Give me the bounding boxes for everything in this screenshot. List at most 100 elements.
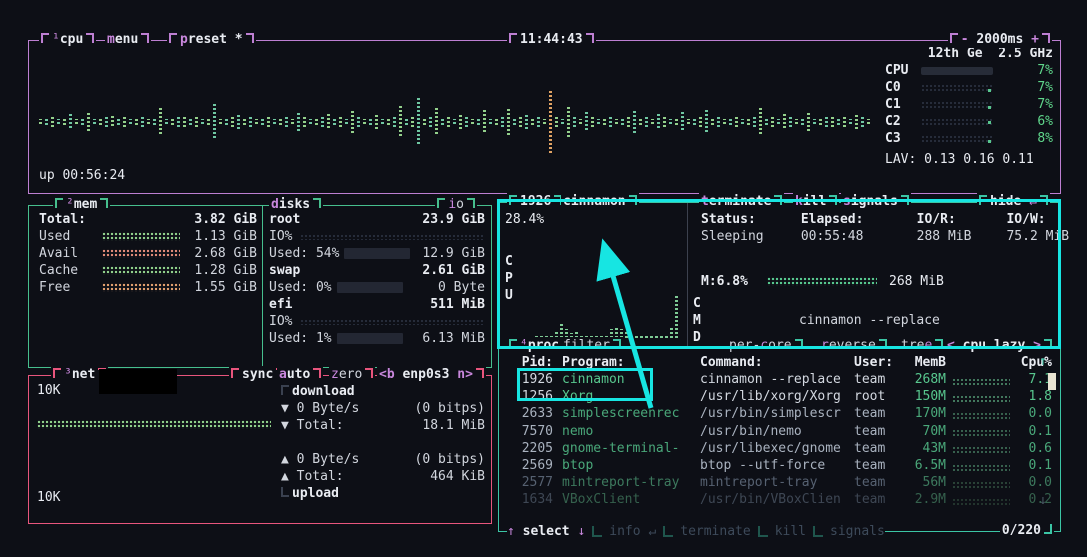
process-mem: 70M: [900, 423, 946, 440]
mem-used-meter: [102, 232, 180, 241]
table-row[interactable]: 1926 cinnamon cinnamon --replace team 26…: [503, 371, 1056, 388]
hide-button[interactable]: hide ↵: [977, 193, 1050, 210]
disk-used-value: 0 Byte: [408, 279, 485, 296]
cpu-box: ¹cpu menu preset * 11:44:43 - 2000ms + 1…: [28, 40, 1061, 194]
per-core-button[interactable]: per-core: [727, 337, 805, 354]
process-program: cinnamon: [562, 371, 700, 388]
cmd-vertical-label: D: [693, 329, 701, 346]
corner-icon: [979, 195, 987, 205]
download-label: download: [292, 383, 355, 400]
col-user[interactable]: User:: [854, 354, 900, 371]
process-mem: 56M: [900, 474, 946, 491]
process-cpu: 0.0: [1016, 474, 1052, 491]
table-row[interactable]: 2577 mintreport-tray mintreport-tray tea…: [503, 474, 1056, 491]
corner-icon: [313, 368, 321, 378]
mem-total-value: 3.82 GiB: [86, 211, 257, 228]
filter-label: filter: [563, 337, 610, 354]
menu-button[interactable]: menu: [105, 31, 151, 48]
enter-arrow-icon: ↵: [1029, 193, 1037, 210]
footer-kill-button[interactable]: kill: [775, 523, 806, 540]
select-label: select: [523, 523, 570, 540]
download-header: download: [281, 383, 485, 400]
process-mem: 150M: [900, 388, 946, 405]
table-row[interactable]: 7570 nemo /usr/bin/nemo team 70M 0.1: [503, 423, 1056, 440]
upload-speed-row: ▲ 0 Byte/s (0 bitps): [281, 451, 485, 468]
table-row[interactable]: 1634 VBoxClient /usr/bin/VBoxClien team …: [503, 491, 1056, 508]
corner-icon: [86, 33, 94, 43]
disk-efi-io-row: IO%: [269, 313, 485, 330]
per-core-pre: per-: [729, 337, 760, 354]
proc-box-label: proc: [528, 337, 559, 354]
auto-button[interactable]: auto: [277, 366, 323, 383]
corner-icon: [950, 33, 958, 43]
process-user: team: [854, 405, 900, 422]
cpu-side-panel: 12th Ge 2.5 GHz CPU 7% C0 7% C1 7% C2 6%…: [885, 45, 1053, 147]
mem-row-value: 1.55 GiB: [185, 279, 257, 296]
disk-io-graph: [300, 234, 485, 240]
col-program[interactable]: Program:: [562, 354, 700, 371]
signals-button[interactable]: signals: [841, 193, 911, 210]
footer-terminate-button[interactable]: terminate: [680, 523, 750, 540]
process-program: nemo: [562, 423, 700, 440]
sort-prev-button[interactable]: <: [947, 337, 955, 354]
process-count-value: 0/220: [1002, 522, 1041, 539]
process-pid: 1634: [503, 491, 553, 508]
disk-io-graph: [300, 319, 485, 325]
tree-hotkey: e: [924, 337, 932, 354]
terminate-label: erminate: [709, 193, 772, 210]
table-row[interactable]: 2569 btop btop --utf-force team 6.5M 0.1: [503, 457, 1056, 474]
scroll-down-icon[interactable]: ↓: [1039, 492, 1047, 509]
corner-icon: [281, 385, 289, 395]
io-mode-button[interactable]: io: [435, 196, 477, 213]
proc-box-number: ⁴: [520, 337, 528, 354]
sort-selector[interactable]: < cpu lazy >: [945, 337, 1054, 354]
process-table: Pid: Program: Command: User: MemB Cpu% 1…: [503, 353, 1056, 509]
detail-stats: Status: Sleeping Elapsed: 00:55:48 IO/R:…: [701, 211, 1053, 245]
process-program: gnome-terminal-: [562, 440, 700, 457]
iface-next-button[interactable]: n>: [457, 366, 473, 383]
zero-button[interactable]: zero: [329, 366, 375, 383]
kill-label: ill: [803, 193, 826, 210]
kill-button[interactable]: kill: [793, 193, 839, 210]
mem-row-value: 1.13 GiB: [185, 228, 257, 245]
table-row[interactable]: 1256 Xorg /usr/lib/xorg/Xorg root 150M 1…: [503, 388, 1056, 405]
col-command[interactable]: Command:: [700, 354, 854, 371]
footer-signals-button[interactable]: signals: [830, 523, 885, 540]
corner-icon: [901, 195, 909, 205]
signals-label: ignals: [851, 193, 898, 210]
process-scrollbar[interactable]: [1048, 373, 1056, 390]
signals-hotkey: s: [843, 193, 851, 210]
info-button[interactable]: info ↵: [609, 523, 656, 540]
table-row[interactable]: 2205 gnome-terminal- /usr/libexec/gnome …: [503, 440, 1056, 457]
process-cpu-graph: [952, 429, 1010, 437]
core-graph: [921, 84, 993, 92]
sort-direction-icon[interactable]: ↑: [1039, 353, 1047, 370]
interval-increase-button[interactable]: +: [1031, 31, 1039, 48]
core-label: C0: [885, 79, 921, 96]
col-pid[interactable]: Pid:: [503, 354, 553, 371]
corner-icon: [629, 195, 637, 205]
col-mem[interactable]: MemB: [900, 354, 946, 371]
disk-used-label: Used: 0%: [269, 279, 332, 296]
interface-switcher[interactable]: <b enp0s3 n>: [377, 366, 486, 383]
reverse-button[interactable]: reverse: [819, 337, 889, 354]
table-row[interactable]: 2633 simplescreenrec /usr/bin/simplescr …: [503, 405, 1056, 422]
preset-hotkey: p: [180, 31, 188, 48]
interval-decrease-button[interactable]: -: [961, 31, 969, 48]
terminate-button[interactable]: terminate: [699, 193, 784, 210]
corner-icon: [879, 339, 887, 349]
sort-next-button[interactable]: >: [1033, 337, 1041, 354]
interval-value: 2000ms: [976, 31, 1023, 48]
select-down-icon[interactable]: ↓: [577, 523, 585, 540]
core-graph-dot: [988, 89, 991, 92]
tree-button[interactable]: tree: [899, 337, 945, 354]
preset-button[interactable]: preset *: [167, 31, 256, 48]
filter-button[interactable]: filter: [561, 337, 623, 354]
iface-prev-button[interactable]: <b: [379, 366, 395, 383]
core-graph-dot: [988, 106, 991, 109]
btop-screenshot: { "cpu_box": { "num": "¹", "title": "cpu…: [0, 0, 1087, 557]
select-up-icon[interactable]: ↑: [507, 523, 515, 540]
core-value: 7%: [1001, 79, 1053, 96]
auto-hotkey: a: [279, 366, 287, 383]
mem-row-value: 1.28 GiB: [185, 262, 257, 279]
